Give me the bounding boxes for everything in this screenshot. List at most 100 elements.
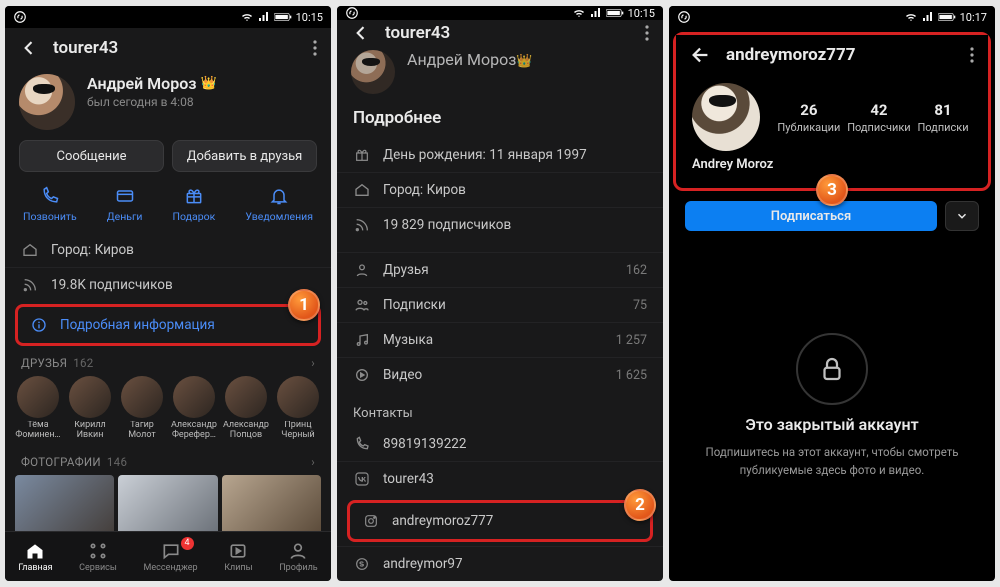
friends-row[interactable]: Друзья162 [337, 252, 663, 287]
subscribe-button[interactable]: Подписаться [685, 201, 937, 231]
stat-followers[interactable]: 42Подписчики [847, 101, 910, 134]
stat-following[interactable]: 81Подписки [917, 101, 968, 134]
shazam-icon [677, 10, 691, 24]
wifi-icon [240, 11, 254, 23]
shazam-icon [345, 6, 359, 20]
info-icon [30, 317, 48, 333]
status-time: 10:15 [296, 11, 323, 24]
skype-icon [353, 556, 371, 572]
suggestions-button[interactable] [945, 201, 979, 231]
nav-home[interactable]: Главная [18, 541, 52, 573]
avatar[interactable] [692, 83, 760, 151]
battery-icon [938, 12, 956, 22]
status-bar: 10:17 [669, 6, 995, 28]
wifi-icon [904, 11, 918, 23]
callout-1: 1 [288, 289, 320, 321]
subscribers-row[interactable]: 19.8K подписчиков [5, 267, 331, 302]
last-seen: был сегодня в 4:08 [87, 95, 217, 109]
music-icon [353, 332, 371, 348]
kebab-icon[interactable] [313, 40, 317, 56]
phone-vk-details: 10:15 tourer43 Андрей Мороз👑 Подробнее Д… [337, 6, 663, 581]
following-row[interactable]: Подписки75 [337, 287, 663, 322]
photos-section-label[interactable]: ФОТОГРАФИИ146 › [5, 447, 331, 475]
money-action[interactable]: Деньги [107, 186, 143, 223]
profile-header: 26Публикации 42Подписчики 81Подписки [676, 75, 988, 157]
city-row[interactable]: Город: Киров [5, 233, 331, 267]
people-icon [353, 297, 371, 313]
city-row[interactable]: Город: Киров [337, 172, 663, 207]
nav-messenger[interactable]: Мессенджер4 [144, 541, 198, 573]
call-action[interactable]: Позвонить [23, 186, 77, 223]
nav-clips[interactable]: Клипы [224, 541, 252, 573]
contact-instagram[interactable]: andreymoroz777 [354, 507, 644, 535]
avatar[interactable] [19, 74, 75, 130]
app-bar: tourer43 [5, 28, 331, 68]
callout-3-highlight: andreymoroz777 26Публикации 42Подписчики… [673, 32, 991, 191]
bottom-nav: Главная Сервисы Мессенджер4 Клипы Профил… [5, 531, 331, 581]
person-icon [353, 262, 371, 278]
notify-action[interactable]: Уведомления [245, 186, 313, 223]
friend-item[interactable]: Принц Черный [275, 376, 321, 441]
profile-header: Андрей Мороз👑 был сегодня в 4:08 [5, 68, 331, 140]
callout-2: 2 [624, 489, 656, 521]
home-icon [21, 242, 39, 258]
back-icon[interactable] [351, 23, 371, 43]
rss-icon [353, 217, 371, 233]
contacts-label: Контакты [337, 392, 663, 427]
appbar-username: tourer43 [385, 23, 631, 43]
music-row[interactable]: Музыка1 257 [337, 322, 663, 357]
detailed-info-link[interactable]: Подробная информация [22, 311, 312, 339]
status-time: 10:15 [628, 7, 655, 20]
birthday-row[interactable]: День рождения: 11 января 1997 [337, 138, 663, 172]
subscribers-row[interactable]: 19 829 подписчиков [337, 207, 663, 242]
chevron-right-icon: › [311, 356, 315, 370]
back-icon[interactable] [690, 44, 712, 66]
details-title: Подробнее [337, 102, 663, 138]
kebab-icon[interactable] [970, 47, 974, 63]
phone-vk-profile: 10:15 tourer43 Андрей Мороз👑 был сегодня… [5, 6, 331, 581]
nav-badge: 4 [181, 537, 194, 550]
friend-item[interactable]: Александр Попцов [223, 376, 269, 441]
gift-icon [353, 147, 371, 163]
private-title: Это закрытый аккаунт [745, 415, 918, 434]
callout-2-highlight: andreymoroz777 2 [347, 500, 653, 542]
video-row[interactable]: Видео1 625 [337, 357, 663, 392]
dim-profile-header: Андрей Мороз👑 [337, 46, 663, 102]
app-bar: andreymoroz777 [676, 35, 988, 75]
stat-posts[interactable]: 26Публикации [777, 101, 840, 134]
friend-item[interactable]: Кирилл Ивкин [67, 376, 113, 441]
wifi-icon [572, 7, 586, 19]
quick-actions: Позвонить Деньги Подарок Уведомления [5, 182, 331, 233]
appbar-username: andreymoroz777 [726, 45, 956, 65]
friend-item[interactable]: Тёма Фоминен… [15, 376, 61, 441]
phone-instagram-profile: 10:17 andreymoroz777 26Публикации 42Подп… [669, 6, 995, 581]
callout-3: 3 [816, 174, 848, 206]
status-time: 10:17 [960, 11, 987, 24]
chevron-right-icon: › [311, 455, 315, 469]
profile-name: Андрей Мороз👑 [87, 74, 217, 93]
avatar [351, 50, 395, 94]
vk-icon [353, 471, 371, 487]
nav-profile[interactable]: Профиль [279, 541, 317, 573]
friend-item[interactable]: Тагир Молот [119, 376, 165, 441]
friends-section-label[interactable]: ДРУЗЬЯ162 › [5, 348, 331, 376]
rss-icon [21, 277, 39, 293]
contact-phone[interactable]: 89819139222 [337, 427, 663, 461]
private-subtitle: Подпишитесь на этот аккаунт, чтобы смотр… [699, 444, 965, 479]
instagram-icon [362, 513, 380, 529]
back-icon[interactable] [19, 38, 39, 58]
private-account-notice: Это закрытый аккаунт Подпишитесь на этот… [669, 231, 995, 581]
message-button[interactable]: Сообщение [19, 140, 164, 172]
nav-services[interactable]: Сервисы [79, 541, 117, 573]
signal-icon [922, 11, 934, 23]
crown-icon: 👑 [516, 54, 532, 69]
gift-action[interactable]: Подарок [173, 186, 216, 223]
lock-icon [796, 333, 868, 405]
contact-vk[interactable]: tourer43 [337, 461, 663, 496]
contact-skype[interactable]: andreymor97 [337, 546, 663, 581]
friend-item[interactable]: Александр Ферефер… [171, 376, 217, 441]
battery-icon [606, 8, 624, 18]
add-friend-button[interactable]: Добавить в друзья [172, 140, 317, 172]
kebab-icon[interactable] [645, 25, 649, 41]
friends-carousel[interactable]: Тёма Фоминен… Кирилл Ивкин Тагир Молот А… [5, 376, 331, 447]
